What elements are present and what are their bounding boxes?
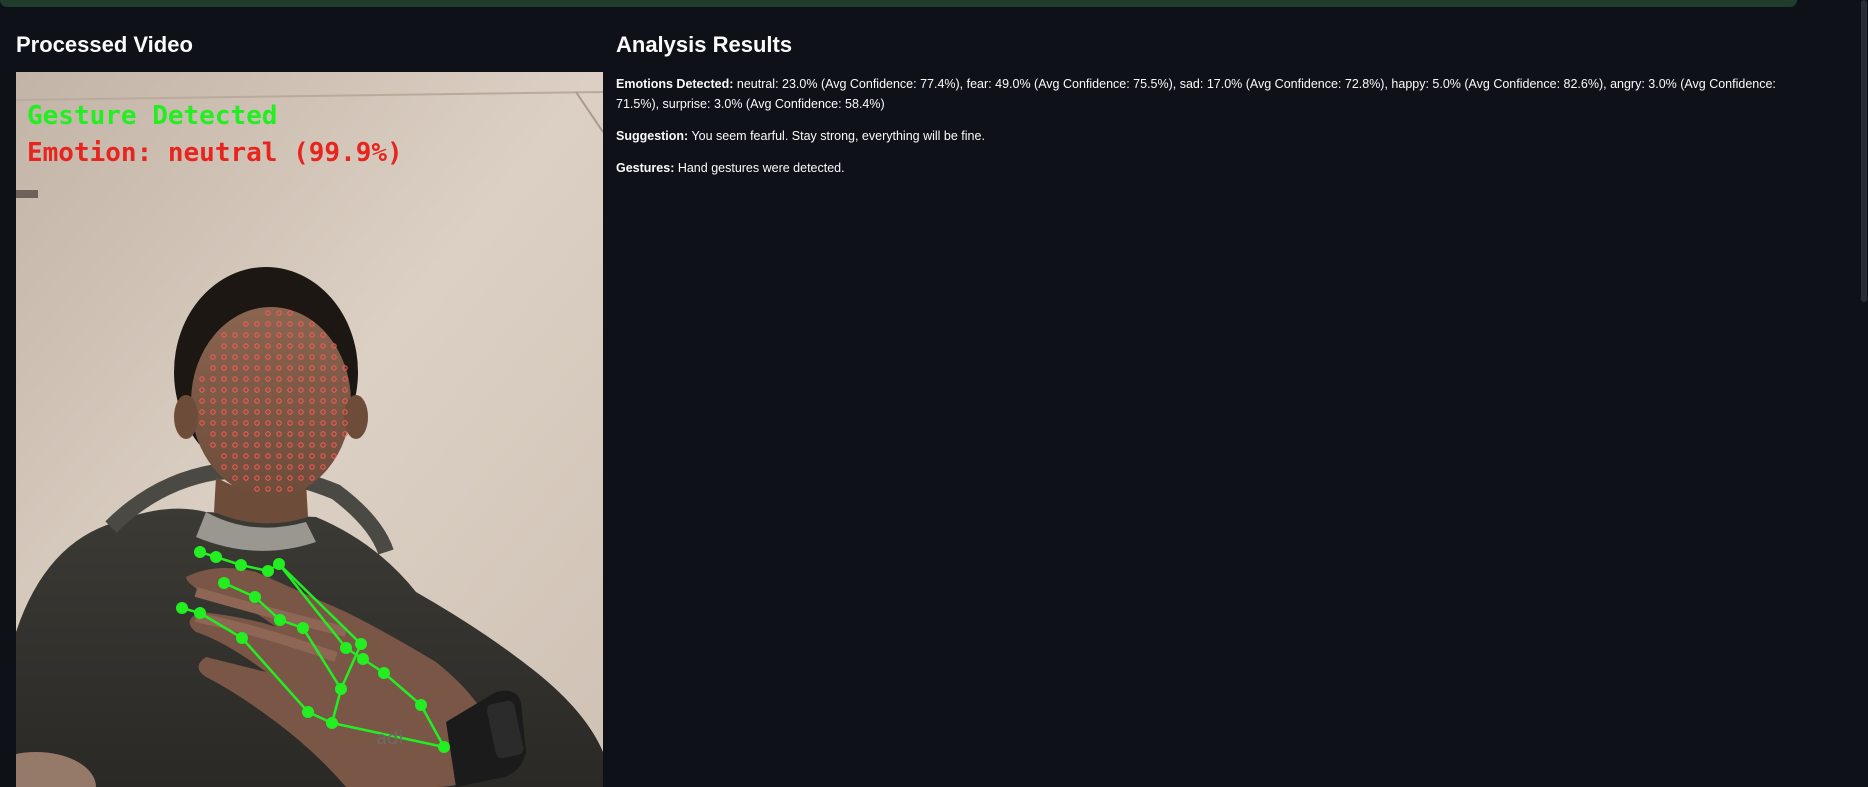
page-scrollbar[interactable]: [1858, 0, 1868, 787]
suggestion-value: You seem fearful. Stay strong, everythin…: [688, 129, 985, 143]
suggestion-line: Suggestion: You seem fearful. Stay stron…: [616, 126, 1786, 146]
analysis-results: Emotions Detected: neutral: 23.0% (Avg C…: [616, 74, 1786, 190]
hand-landmark-point: [262, 565, 274, 577]
suggestion-label: Suggestion:: [616, 129, 689, 143]
hand-landmark-point: [235, 559, 247, 571]
hand-landmark-point: [335, 683, 347, 695]
hand-landmark-point: [249, 591, 261, 603]
analysis-results-title: Analysis Results: [616, 32, 793, 57]
gestures-label: Gestures:: [616, 161, 675, 175]
hand-landmark-point: [273, 558, 285, 570]
hand-landmark-point: [297, 622, 309, 634]
hand-landmark-point: [357, 653, 369, 665]
hand-landmark-point: [302, 706, 314, 718]
hand-landmark-point: [326, 717, 338, 729]
gestures-line: Gestures: Hand gestures were detected.: [616, 158, 1786, 178]
hand-landmark-point: [438, 741, 450, 753]
hand-landmark-point: [218, 577, 230, 589]
gesture-detected-overlay: Gesture Detected: [27, 101, 277, 131]
hand-landmark-point: [194, 546, 206, 558]
emotions-line: Emotions Detected: neutral: 23.0% (Avg C…: [616, 74, 1786, 114]
scrollbar-thumb[interactable]: [1861, 0, 1867, 302]
status-banner: [0, 0, 1797, 7]
gestures-value: Hand gestures were detected.: [674, 161, 845, 175]
emotions-label: Emotions Detected:: [616, 77, 734, 91]
hand-landmark-point: [274, 614, 286, 626]
hand-landmark-point: [340, 642, 352, 654]
hand-landmark-point: [415, 699, 427, 711]
video-frame-image: adi Gesture Detected Emotion: neutral (9…: [16, 72, 603, 787]
hand-landmark-point: [378, 667, 390, 679]
hand-landmark-point: [236, 632, 248, 644]
hoodie-logo: adi: [376, 728, 403, 749]
hand-landmark-point: [355, 638, 367, 650]
hand-landmark-point: [176, 602, 188, 614]
emotion-overlay: Emotion: neutral (99.9%): [27, 138, 403, 168]
hand-landmark-point: [210, 551, 222, 563]
emotions-value: neutral: 23.0% (Avg Confidence: 77.4%), …: [616, 77, 1776, 111]
hand-landmark-point: [194, 607, 206, 619]
processed-video-title: Processed Video: [16, 32, 193, 57]
processed-video[interactable]: adi Gesture Detected Emotion: neutral (9…: [16, 72, 603, 787]
